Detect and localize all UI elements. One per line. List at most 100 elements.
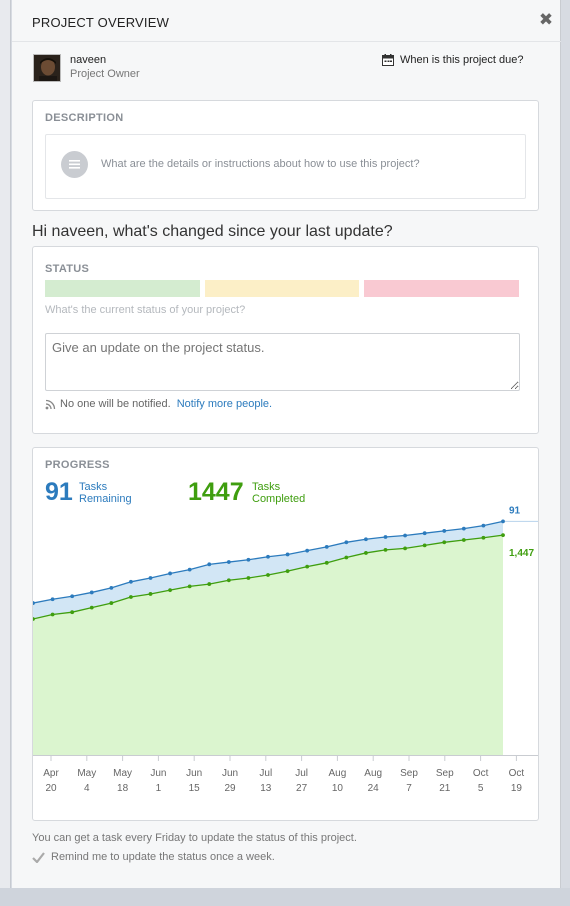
remaining-point[interactable]: [50, 597, 55, 602]
bottom-strip: [0, 888, 570, 906]
status-update-input[interactable]: [45, 333, 520, 391]
notify-row: No one will be notified. Notify more peo…: [45, 398, 272, 410]
owner-role: Project Owner: [70, 68, 140, 80]
completed-point[interactable]: [383, 548, 388, 552]
x-tick-day: 10: [332, 783, 344, 794]
x-tick-month: Apr: [43, 768, 59, 779]
completed-point[interactable]: [70, 610, 75, 615]
remaining-point[interactable]: [226, 560, 231, 564]
completed-point[interactable]: [501, 533, 505, 538]
completed-point[interactable]: [364, 551, 368, 555]
description-icon: [61, 151, 88, 178]
remaining-point[interactable]: [461, 526, 466, 531]
remaining-point[interactable]: [70, 594, 75, 599]
remaining-point[interactable]: [481, 523, 486, 528]
remaining-point[interactable]: [403, 533, 407, 538]
description-placeholder: What are the details or instructions abo…: [101, 158, 420, 170]
remaining-point[interactable]: [207, 562, 212, 567]
panel-title: PROJECT OVERVIEW: [32, 15, 170, 30]
completed-point[interactable]: [344, 555, 349, 560]
completed-point[interactable]: [207, 582, 212, 586]
due-date-label: When is this project due?: [400, 54, 524, 66]
remaining-point[interactable]: [109, 585, 114, 590]
completed-point[interactable]: [168, 588, 172, 593]
status-yellow-button[interactable]: [205, 280, 359, 297]
remaining-point[interactable]: [285, 552, 290, 557]
completed-point[interactable]: [442, 540, 447, 545]
completed-point[interactable]: [226, 578, 231, 583]
footer-info: You can get a task every Friday to updat…: [32, 832, 357, 844]
completed-point[interactable]: [187, 584, 192, 589]
completed-point[interactable]: [285, 569, 290, 574]
x-tick-month: Oct: [509, 768, 525, 779]
remaining-point[interactable]: [266, 554, 270, 559]
x-tick-day: 13: [260, 783, 272, 794]
x-tick-day: 4: [84, 783, 90, 794]
completed-point[interactable]: [422, 543, 427, 548]
completed-point[interactable]: [89, 605, 94, 610]
remaining-point[interactable]: [422, 531, 427, 536]
x-tick-day: 24: [368, 783, 380, 794]
x-tick-day: 7: [406, 783, 412, 794]
progress-chart: 91 1,447 Apr 20 May 4 May 18 Jun 1 Jun 15 Jun 29 Jul 13…: [33, 505, 538, 794]
x-tick-month: Jun: [186, 768, 202, 779]
remaining-point[interactable]: [364, 537, 368, 542]
remaining-point[interactable]: [89, 590, 94, 595]
remaining-point[interactable]: [129, 579, 133, 584]
calendar-icon: [382, 54, 394, 66]
remaining-point[interactable]: [324, 544, 329, 549]
x-tick-month: Jul: [259, 768, 272, 779]
completed-point[interactable]: [324, 560, 329, 565]
x-tick-month: Jun: [222, 768, 238, 779]
remaining-point[interactable]: [168, 571, 172, 576]
completed-point[interactable]: [50, 612, 55, 617]
x-tick-day: 19: [511, 783, 523, 794]
x-tick-day: 15: [189, 783, 201, 794]
remaining-point[interactable]: [187, 567, 192, 572]
project-overview-panel: PROJECT OVERVIEW ✖ naveen Project Owner …: [12, 0, 561, 888]
close-icon[interactable]: ✖: [538, 11, 554, 28]
rss-icon: [45, 399, 56, 409]
completed-point[interactable]: [246, 576, 251, 580]
completed-point[interactable]: [461, 538, 466, 542]
x-tick-day: 1: [156, 783, 162, 794]
x-tick-day: 20: [45, 783, 57, 794]
completed-point[interactable]: [109, 601, 114, 605]
notify-more-link[interactable]: Notify more people.: [177, 398, 272, 410]
completed-point[interactable]: [266, 573, 270, 577]
x-tick-day: 21: [439, 783, 451, 794]
remaining-point[interactable]: [383, 535, 388, 539]
completed-end-label: 1,447: [509, 548, 534, 559]
due-date-link[interactable]: When is this project due?: [382, 54, 524, 66]
notify-text: No one will be notified.: [60, 398, 171, 410]
completed-point[interactable]: [481, 535, 486, 540]
status-green-button[interactable]: [45, 280, 200, 297]
status-label: STATUS: [45, 263, 90, 275]
remind-label: Remind me to update the status once a we…: [51, 851, 275, 863]
x-tick-month: May: [77, 768, 96, 779]
status-red-button[interactable]: [364, 280, 519, 297]
description-label: DESCRIPTION: [45, 112, 124, 124]
completed-point[interactable]: [148, 592, 153, 596]
completed-point[interactable]: [305, 564, 310, 569]
remaining-point[interactable]: [246, 557, 251, 562]
x-tick-day: 29: [224, 783, 236, 794]
x-tick-month: May: [113, 768, 132, 779]
avatar[interactable]: [33, 54, 61, 82]
completed-point[interactable]: [129, 595, 133, 599]
background-panel: [0, 0, 11, 906]
x-tick-day: 18: [117, 783, 129, 794]
remaining-point[interactable]: [442, 529, 447, 533]
remaining-point[interactable]: [148, 576, 153, 580]
x-tick-month: Jul: [295, 768, 308, 779]
x-tick-day: 27: [296, 783, 308, 794]
completed-point[interactable]: [403, 546, 407, 551]
x-tick-month: Jun: [150, 768, 166, 779]
remaining-point[interactable]: [501, 519, 505, 524]
remind-checkbox[interactable]: Remind me to update the status once a we…: [32, 851, 275, 863]
description-input[interactable]: What are the details or instructions abo…: [45, 134, 526, 199]
remaining-point[interactable]: [344, 540, 349, 545]
divider: [12, 41, 561, 42]
remaining-point[interactable]: [305, 548, 310, 553]
owner-name[interactable]: naveen: [70, 54, 106, 66]
